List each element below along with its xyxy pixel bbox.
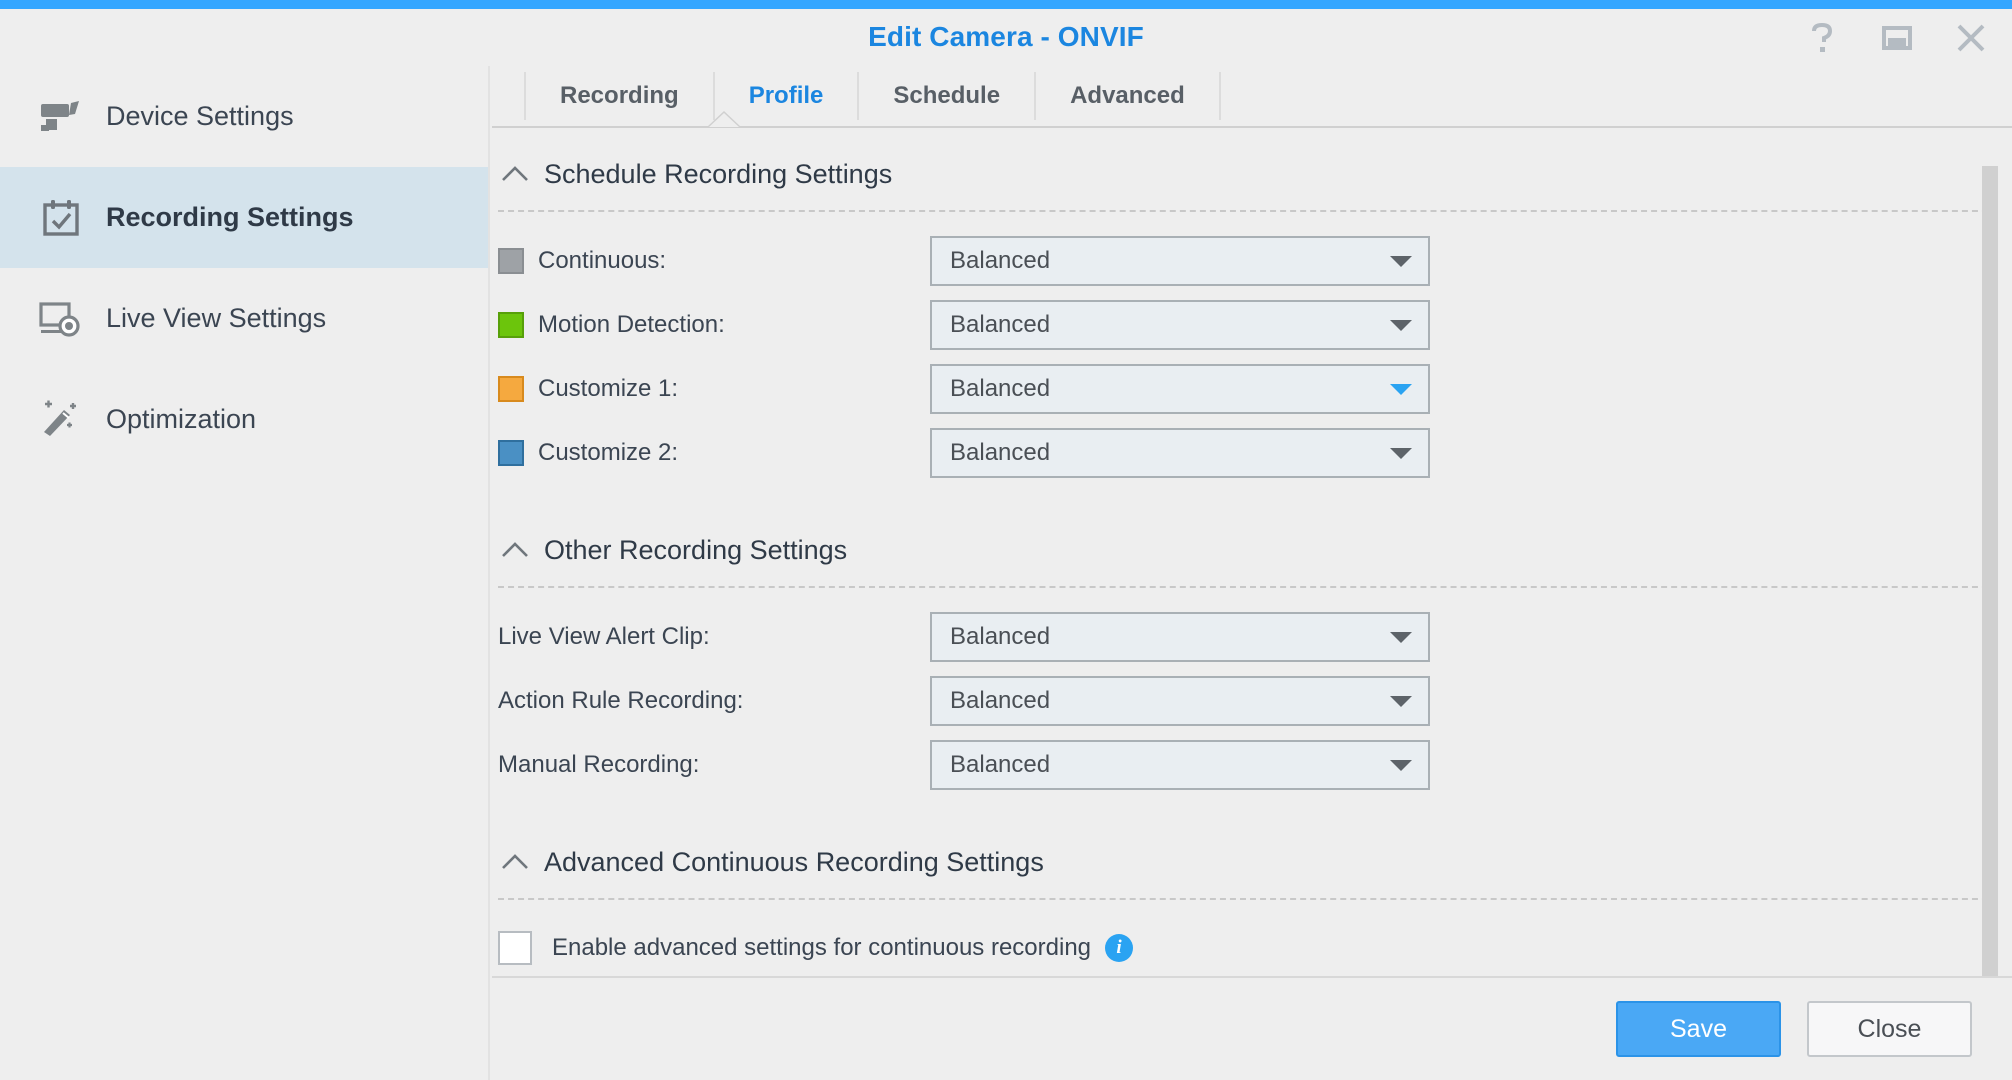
sidebar-item-live-view-settings[interactable]: Live View Settings: [0, 268, 488, 369]
setting-row-customize-1: Customize 1: Balanced: [492, 364, 2012, 414]
section-header-advanced-continuous-recording[interactable]: Advanced Continuous Recording Settings: [498, 790, 2012, 890]
active-tab-caret: [709, 113, 739, 127]
tab-schedule[interactable]: Schedule: [857, 72, 1034, 120]
color-swatch-customize-1: [498, 376, 524, 402]
chevron-down-icon: [1390, 632, 1412, 643]
select-value: Balanced: [950, 623, 1051, 650]
live-view-alert-clip-select[interactable]: Balanced: [930, 612, 1430, 662]
section-title: Schedule Recording Settings: [544, 158, 893, 189]
setting-row-continuous: Continuous: Balanced: [492, 236, 2012, 286]
continuous-quality-select[interactable]: Balanced: [930, 236, 1430, 286]
setting-label: Motion Detection:: [538, 311, 725, 338]
chevron-down-icon: [1390, 320, 1412, 331]
motion-detection-quality-select[interactable]: Balanced: [930, 300, 1430, 350]
chevron-down-icon: [1390, 760, 1412, 771]
title-bar: Edit Camera - ONVIF: [0, 9, 2012, 66]
monitor-record-icon: [38, 296, 84, 342]
color-swatch-continuous: [498, 248, 524, 274]
magic-wand-icon: [38, 397, 84, 443]
sidebar-item-label: Recording Settings: [106, 202, 354, 232]
setting-label: Action Rule Recording:: [498, 687, 744, 714]
chevron-down-icon: [1390, 696, 1412, 707]
setting-label: Live View Alert Clip:: [498, 623, 710, 650]
section-title: Other Recording Settings: [544, 534, 848, 565]
sidebar-item-label: Device Settings: [106, 101, 294, 131]
manual-recording-select[interactable]: Balanced: [930, 740, 1430, 790]
window-title: Edit Camera - ONVIF: [868, 21, 1144, 52]
sidebar-item-device-settings[interactable]: Device Settings: [0, 66, 488, 167]
tab-label: Profile: [748, 82, 824, 109]
color-swatch-customize-2: [498, 440, 524, 466]
tab-label: Schedule: [893, 82, 1001, 109]
calendar-check-icon: [38, 195, 84, 241]
window-controls: [1806, 21, 1988, 55]
tab-recording[interactable]: Recording: [524, 72, 713, 120]
content-scrollbar-thumb[interactable]: [1982, 166, 1998, 976]
sidebar-item-label: Optimization: [106, 404, 257, 434]
select-value: Balanced: [950, 247, 1051, 274]
section-title: Advanced Continuous Recording Settings: [544, 846, 1044, 877]
setting-label: Customize 2:: [538, 439, 679, 466]
info-icon[interactable]: i: [1105, 934, 1134, 962]
customize-1-quality-select[interactable]: Balanced: [930, 364, 1430, 414]
content-scrollbar-track[interactable]: [1982, 128, 1998, 1000]
color-swatch-motion-detection: [498, 312, 524, 338]
section-header-other-recording[interactable]: Other Recording Settings: [498, 478, 2012, 578]
chevron-up-icon: [498, 845, 532, 879]
setting-row-manual-recording: Manual Recording: Balanced: [492, 740, 2012, 790]
section-header-schedule-recording[interactable]: Schedule Recording Settings: [498, 128, 2012, 202]
chevron-down-icon: [1390, 384, 1412, 395]
select-value: Balanced: [950, 751, 1051, 778]
enable-advanced-settings-row: Enable advanced settings for continuous …: [492, 926, 2012, 970]
setting-row-action-rule-recording: Action Rule Recording: Balanced: [492, 676, 2012, 726]
main-panel: Recording Profile Schedule Advanced Sche…: [492, 66, 2012, 1080]
tab-label: Recording: [560, 82, 679, 109]
edit-camera-dialog: Edit Camera - ONVIF Device Settings Reco…: [0, 0, 2012, 1080]
select-value: Balanced: [950, 687, 1051, 714]
setting-row-live-view-alert-clip: Live View Alert Clip: Balanced: [492, 612, 2012, 662]
dialog-footer: Save Close: [492, 976, 2012, 1080]
camera-icon: [38, 94, 84, 140]
setting-label: Continuous:: [538, 247, 667, 274]
chevron-down-icon: [1390, 256, 1412, 267]
tab-bar: Recording Profile Schedule Advanced: [524, 66, 1221, 126]
chevron-up-icon: [498, 157, 532, 191]
chevron-down-icon: [1390, 448, 1412, 459]
sidebar-item-recording-settings[interactable]: Recording Settings: [0, 167, 488, 268]
action-rule-recording-select[interactable]: Balanced: [930, 676, 1430, 726]
restore-icon[interactable]: [1880, 21, 1914, 55]
tab-label: Advanced: [1070, 82, 1185, 109]
setting-row-motion-detection: Motion Detection: Balanced: [492, 300, 2012, 350]
sidebar: Device Settings Recording Settings Live …: [0, 66, 490, 1080]
sidebar-item-optimization[interactable]: Optimization: [0, 369, 488, 470]
select-value: Balanced: [950, 375, 1051, 402]
section-divider: [498, 586, 1998, 588]
setting-row-customize-2: Customize 2: Balanced: [492, 428, 2012, 478]
section-divider: [498, 210, 1998, 212]
select-value: Balanced: [950, 439, 1051, 466]
tab-advanced[interactable]: Advanced: [1034, 72, 1221, 120]
customize-2-quality-select[interactable]: Balanced: [930, 428, 1430, 478]
window-accent-strip: [0, 0, 2012, 9]
sidebar-item-label: Live View Settings: [106, 303, 327, 333]
checkbox-label: Enable advanced settings for continuous …: [552, 934, 1092, 961]
select-value: Balanced: [950, 311, 1051, 338]
enable-advanced-settings-checkbox[interactable]: [498, 931, 532, 965]
settings-scroll-area: Schedule Recording Settings Continuous: …: [492, 128, 2012, 1000]
chevron-up-icon: [498, 533, 532, 567]
close-icon[interactable]: [1954, 21, 1988, 55]
help-icon[interactable]: [1806, 21, 1840, 55]
setting-label: Manual Recording:: [498, 751, 700, 778]
close-button[interactable]: Close: [1807, 1001, 1972, 1057]
section-divider: [498, 898, 1998, 900]
setting-label: Customize 1:: [538, 375, 679, 402]
save-button[interactable]: Save: [1616, 1001, 1781, 1057]
